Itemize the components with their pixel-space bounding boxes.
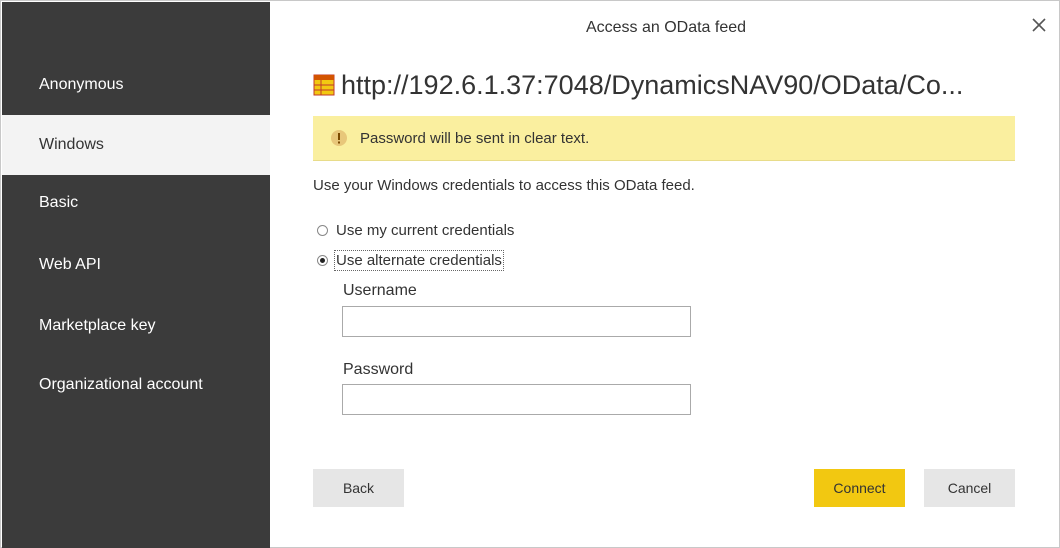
odata-dialog: Anonymous Windows Basic Web API Marketpl… xyxy=(0,0,1060,548)
close-icon[interactable] xyxy=(1027,13,1051,37)
sidebar-item-windows[interactable]: Windows xyxy=(2,115,270,175)
radio-alternate-label: Use alternate credentials xyxy=(334,250,504,271)
sidebar-item-basic[interactable]: Basic xyxy=(2,173,270,233)
warning-banner: Password will be sent in clear text. xyxy=(313,116,1015,161)
feed-url-row: http://192.6.1.37:7048/DynamicsNAV90/ODa… xyxy=(313,65,963,105)
radio-current-credentials[interactable]: Use my current credentials xyxy=(317,222,514,239)
table-icon xyxy=(313,74,335,96)
radio-checked-icon[interactable] xyxy=(317,255,328,266)
feed-url: http://192.6.1.37:7048/DynamicsNAV90/ODa… xyxy=(341,69,964,100)
warning-text: Password will be sent in clear text. xyxy=(360,129,590,147)
dialog-title: Access an OData feed xyxy=(585,19,747,36)
warning-icon xyxy=(331,130,347,146)
connect-button[interactable]: Connect xyxy=(814,469,905,507)
password-field[interactable] xyxy=(342,384,691,415)
password-label: Password xyxy=(343,361,414,378)
sidebar-item-anonymous[interactable]: Anonymous xyxy=(2,55,270,115)
sidebar-item-marketplace-key[interactable]: Marketplace key xyxy=(2,296,270,356)
cancel-button[interactable]: Cancel xyxy=(924,469,1015,507)
radio-current-label: Use my current credentials xyxy=(336,222,515,239)
radio-unchecked-icon[interactable] xyxy=(317,225,328,236)
back-button[interactable]: Back xyxy=(313,469,404,507)
sidebar-item-organizational-account[interactable]: Organizational account xyxy=(2,355,270,415)
radio-alternate-credentials[interactable]: Use alternate credentials xyxy=(317,250,504,271)
username-label: Username xyxy=(343,282,417,299)
username-field[interactable] xyxy=(342,306,691,337)
sidebar-item-web-api[interactable]: Web API xyxy=(2,235,270,295)
auth-sidebar: Anonymous Windows Basic Web API Marketpl… xyxy=(2,2,270,548)
credentials-description: Use your Windows credentials to access t… xyxy=(313,177,695,194)
